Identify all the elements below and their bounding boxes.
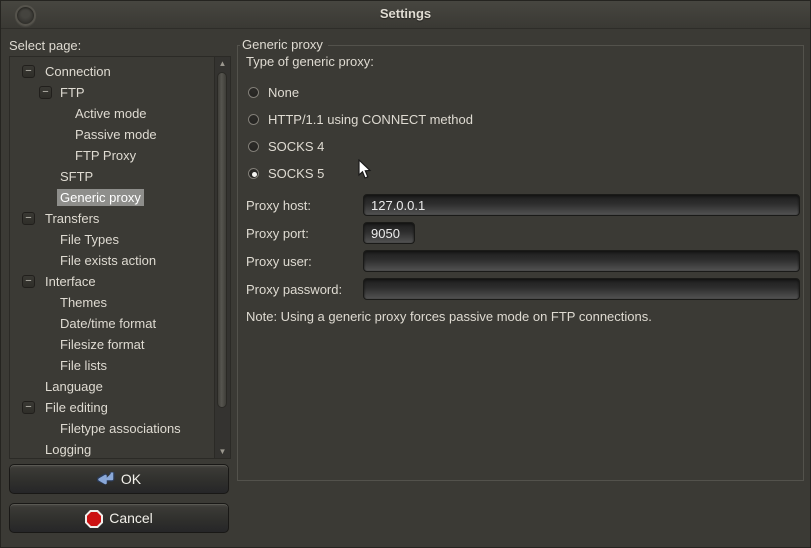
radio-row-socks-5[interactable]: SOCKS 5 <box>246 160 800 187</box>
tree-item-sftp[interactable]: SFTP <box>10 166 214 187</box>
tree-item-label: SFTP <box>57 168 96 185</box>
tree-item-transfers[interactable]: −Transfers <box>10 208 214 229</box>
titlebar[interactable]: Settings <box>1 1 810 29</box>
collapse-icon[interactable]: − <box>22 65 35 78</box>
tree-item-label: FTP <box>57 84 88 101</box>
cancel-button[interactable]: Cancel <box>9 503 229 533</box>
tree-item-ftp[interactable]: −FTP <box>10 82 214 103</box>
ok-button[interactable]: OK <box>9 464 229 494</box>
tree-item-logging[interactable]: Logging <box>10 439 214 459</box>
tree-item-label: File lists <box>57 357 110 374</box>
field-row-proxy-password: Proxy password: <box>246 278 800 300</box>
radio-row-none[interactable]: None <box>246 79 800 106</box>
scrollbar-thumb[interactable] <box>217 72 227 408</box>
tree-item-label: Themes <box>57 294 110 311</box>
tree-item-label: Logging <box>42 441 94 458</box>
radio-label: SOCKS 5 <box>268 166 324 181</box>
tree-item-label: Language <box>42 378 106 395</box>
tree-item-generic-proxy[interactable]: Generic proxy <box>10 187 214 208</box>
tree-item-label: Date/time format <box>57 315 159 332</box>
tree-item-label: File Types <box>57 231 122 248</box>
tree-item-label: File exists action <box>57 252 159 269</box>
proxy-user-input[interactable] <box>363 250 800 272</box>
tree-item-label: Connection <box>42 63 114 80</box>
tree-item-label: Filetype associations <box>57 420 184 437</box>
field-row-proxy-host: Proxy host: <box>246 194 800 216</box>
tree-item-file-types[interactable]: File Types <box>10 229 214 250</box>
radio-label: None <box>268 85 299 100</box>
tree-item-label: File editing <box>42 399 111 416</box>
tree-item-label: Interface <box>42 273 99 290</box>
mouse-cursor <box>358 159 372 180</box>
field-label: Proxy password: <box>246 282 363 297</box>
field-row-proxy-user: Proxy user: <box>246 250 800 272</box>
radio-button-socks-4[interactable] <box>248 141 259 152</box>
tree-item-ftp-proxy[interactable]: FTP Proxy <box>10 145 214 166</box>
tree-item-active-mode[interactable]: Active mode <box>10 103 214 124</box>
scroll-down-icon[interactable]: ▼ <box>215 447 230 456</box>
tree-item-file-exists-action[interactable]: File exists action <box>10 250 214 271</box>
cancel-button-label: Cancel <box>109 510 153 526</box>
collapse-icon[interactable]: − <box>39 86 52 99</box>
tree-item-label: Passive mode <box>72 126 160 143</box>
field-row-proxy-port: Proxy port: <box>246 222 800 244</box>
radio-label: SOCKS 4 <box>268 139 324 154</box>
tree-item-filesize-format[interactable]: Filesize format <box>10 334 214 355</box>
proxy-type-radio-group: None HTTP/1.1 using CONNECT method SOCKS 4… <box>246 79 800 187</box>
collapse-icon[interactable]: − <box>22 212 35 225</box>
tree-item-filetype-associations[interactable]: Filetype associations <box>10 418 214 439</box>
radio-label: HTTP/1.1 using CONNECT method <box>268 112 473 127</box>
ok-button-label: OK <box>121 471 141 487</box>
tree-item-themes[interactable]: Themes <box>10 292 214 313</box>
page-tree[interactable]: −Connection−FTPActive modePassive modeFT… <box>9 56 215 459</box>
tree-item-interface[interactable]: −Interface <box>10 271 214 292</box>
radio-button-http-1-1-using-connect-method[interactable] <box>248 114 259 125</box>
tree-item-connection[interactable]: −Connection <box>10 61 214 82</box>
proxy-form: Proxy host: Proxy port: Proxy user: Proxy p… <box>246 194 800 300</box>
field-label: Proxy user: <box>246 254 363 269</box>
tree-item-file-editing[interactable]: −File editing <box>10 397 214 418</box>
tree-item-file-lists[interactable]: File lists <box>10 355 214 376</box>
tree-item-label: Transfers <box>42 210 102 227</box>
window-title: Settings <box>1 6 810 21</box>
field-label: Proxy port: <box>246 226 363 241</box>
proxy-type-label: Type of generic proxy: <box>246 54 800 69</box>
tree-item-label: FTP Proxy <box>72 147 139 164</box>
proxy-password-input[interactable] <box>363 278 800 300</box>
stop-sign-icon <box>85 510 105 526</box>
tree-item-label: Filesize format <box>57 336 148 353</box>
tree-item-label: Active mode <box>72 105 150 122</box>
select-page-label: Select page: <box>9 38 81 53</box>
proxy-host-input[interactable] <box>363 194 800 216</box>
radio-row-socks-4[interactable]: SOCKS 4 <box>246 133 800 160</box>
tree-scrollbar[interactable]: ▲ ▼ <box>215 56 231 459</box>
radio-row-http-1-1-using-connect-method[interactable]: HTTP/1.1 using CONNECT method <box>246 106 800 133</box>
tree-item-label: Generic proxy <box>57 189 144 206</box>
proxy-note: Note: Using a generic proxy forces passi… <box>246 309 800 324</box>
enter-arrow-icon <box>97 471 117 487</box>
settings-dialog: Settings Select page: −Connection−FTPAct… <box>0 0 811 548</box>
scroll-up-icon[interactable]: ▲ <box>215 59 230 68</box>
radio-button-socks-5[interactable] <box>248 168 259 179</box>
proxy-port-input[interactable] <box>363 222 415 244</box>
tree-item-language[interactable]: Language <box>10 376 214 397</box>
collapse-icon[interactable]: − <box>22 275 35 288</box>
tree-item-passive-mode[interactable]: Passive mode <box>10 124 214 145</box>
tree-item-date-time-format[interactable]: Date/time format <box>10 313 214 334</box>
collapse-icon[interactable]: − <box>22 401 35 414</box>
radio-button-none[interactable] <box>248 87 259 98</box>
groupbox-title: Generic proxy <box>240 37 328 52</box>
generic-proxy-groupbox: Generic proxy Type of generic proxy: Non… <box>237 45 804 481</box>
field-label: Proxy host: <box>246 198 363 213</box>
